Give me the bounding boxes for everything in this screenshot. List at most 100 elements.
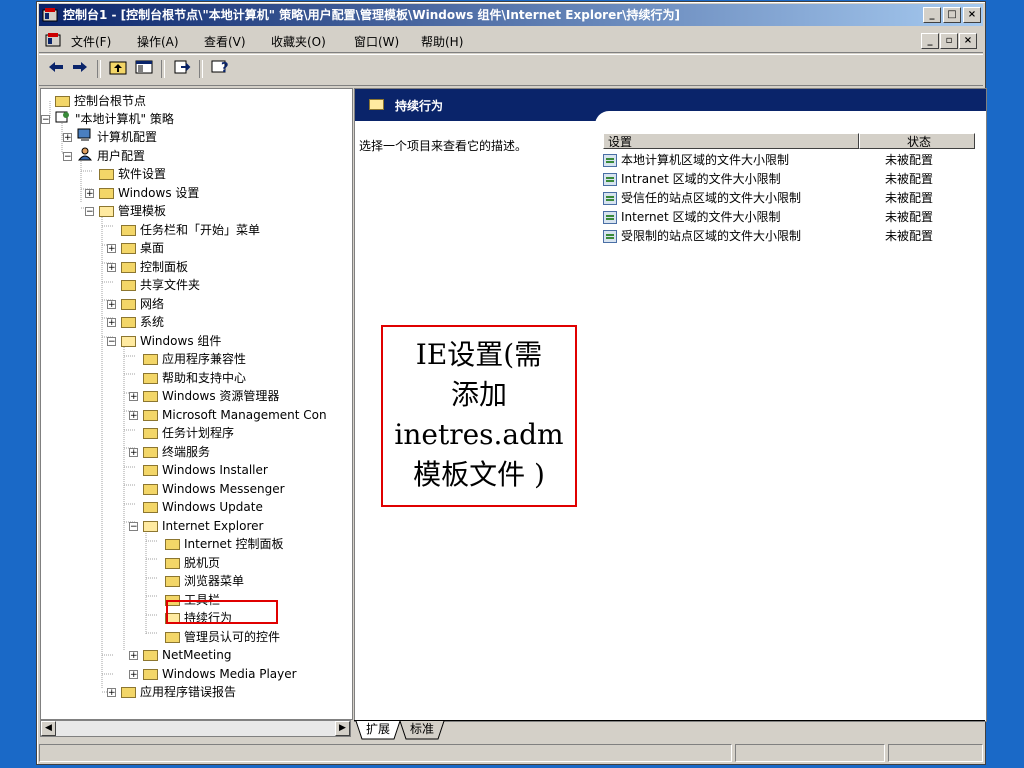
tree-item-windows-messenger[interactable]: Windows Messenger — [143, 480, 285, 498]
tree-item-admin-approved-controls[interactable]: 管理员认可的控件 — [165, 628, 280, 646]
tree-item-label: Windows 资源管理器 — [162, 389, 280, 403]
scroll-right-button[interactable]: ▶ — [335, 721, 350, 736]
collapse-icon[interactable]: − — [41, 115, 50, 125]
expand-icon[interactable]: + — [129, 411, 138, 421]
folder-icon — [121, 261, 136, 273]
scroll-left-button[interactable]: ◀ — [41, 721, 56, 736]
tree-item-windows-media-player[interactable]: Windows Media Player — [143, 665, 297, 683]
expand-icon[interactable]: + — [107, 688, 116, 698]
folder-icon — [121, 298, 136, 310]
mmc-document-icon[interactable] — [45, 32, 61, 48]
tree-item-computer-config[interactable]: 计算机配置 — [77, 128, 157, 146]
expand-icon[interactable]: + — [85, 189, 94, 199]
annotation-line: IE设置(需 — [415, 338, 543, 371]
expand-icon[interactable]: + — [107, 300, 116, 310]
policy-row[interactable]: Internet 区域的文件大小限制 未被配置 — [603, 208, 983, 227]
tree-item-label: 脱机页 — [184, 556, 221, 570]
mdi-restore-button[interactable]: ▫ — [940, 33, 958, 49]
console-tree: 控制台根节点 − "本地计算机" 策略 + 计算机配置 − 用户配置 软件设置 + Windows… — [40, 88, 353, 720]
back-arrow-icon[interactable] — [45, 59, 67, 79]
tree-item-network[interactable]: 网络 — [121, 295, 164, 313]
policy-name: Intranet 区域的文件大小限制 — [621, 172, 781, 186]
tree-item-local-policy[interactable]: "本地计算机" 策略 — [55, 110, 174, 128]
folder-icon — [143, 501, 158, 513]
folder-icon — [121, 686, 136, 698]
folder-open-icon — [99, 205, 114, 217]
export-list-icon[interactable] — [171, 59, 193, 79]
tree-item-windows-components[interactable]: Windows 组件 — [121, 332, 221, 350]
menu-help[interactable]: 帮助(H) — [421, 33, 463, 50]
menu-file[interactable]: 文件(F) — [71, 33, 111, 50]
tree-item-windows-installer[interactable]: Windows Installer — [143, 461, 268, 479]
tree-item-shared-folders[interactable]: 共享文件夹 — [121, 276, 200, 294]
highlight-persistence-behavior — [166, 600, 278, 624]
menu-window[interactable]: 窗口(W) — [354, 33, 399, 50]
menu-favorites[interactable]: 收藏夹(O) — [271, 33, 326, 50]
menu-view[interactable]: 查看(V) — [204, 33, 246, 50]
expand-icon[interactable]: + — [129, 670, 138, 680]
column-header-state[interactable]: 状态 — [859, 133, 975, 149]
tree-item-task-scheduler[interactable]: 任务计划程序 — [143, 424, 234, 442]
tree-item-user-config[interactable]: 用户配置 — [77, 147, 145, 165]
tree-item-windows-explorer[interactable]: Windows 资源管理器 — [143, 387, 279, 405]
item-description: 选择一个项目来查看它的描述。 — [359, 139, 528, 153]
policy-row[interactable]: 受限制的站点区域的文件大小限制 未被配置 — [603, 227, 983, 246]
collapse-icon[interactable]: − — [129, 522, 138, 532]
tree-item-desktop[interactable]: 桌面 — [121, 239, 164, 257]
tree-item-terminal-services[interactable]: 终端服务 — [143, 443, 210, 461]
help-icon[interactable]: ? — [209, 59, 231, 79]
tree-item-offline-pages[interactable]: 脱机页 — [165, 554, 220, 572]
mdi-close-button[interactable]: × — [959, 33, 977, 49]
tree-item-windows-update[interactable]: Windows Update — [143, 498, 263, 516]
tree-item-label: Windows Update — [162, 500, 263, 514]
tree-item-taskbar-start-menu[interactable]: 任务栏和「开始」菜单 — [121, 221, 260, 239]
tree-item-app-error-reporting[interactable]: 应用程序错误报告 — [121, 683, 236, 701]
expand-icon[interactable]: + — [129, 651, 138, 661]
tree-item-browser-menus[interactable]: 浏览器菜单 — [165, 572, 244, 590]
maximize-button[interactable]: □ — [943, 7, 961, 23]
mdi-minimize-button[interactable]: _ — [921, 33, 939, 49]
folder-icon — [143, 464, 158, 476]
expand-icon[interactable]: + — [107, 244, 116, 254]
tree-item-help-support[interactable]: 帮助和支持中心 — [143, 369, 246, 387]
folder-icon — [143, 446, 158, 458]
tree-item-root[interactable]: 控制台根节点 — [55, 92, 146, 110]
tree-item-admin-templates[interactable]: 管理模板 — [99, 202, 166, 220]
tree-item-netmeeting[interactable]: NetMeeting — [143, 646, 231, 664]
up-folder-icon[interactable] — [107, 59, 129, 79]
close-button[interactable]: × — [963, 7, 981, 23]
tree-horizontal-scrollbar[interactable]: ◀ ▶ — [40, 720, 351, 737]
folder-icon — [143, 372, 158, 384]
tree-item-control-panel[interactable]: 控制面板 — [121, 258, 188, 276]
column-header-setting[interactable]: 设置 — [603, 133, 859, 149]
collapse-icon[interactable]: − — [85, 207, 94, 217]
expand-icon[interactable]: + — [129, 448, 138, 458]
tree-item-app-compat[interactable]: 应用程序兼容性 — [143, 350, 246, 368]
tree-item-windows-settings[interactable]: Windows 设置 — [99, 184, 199, 202]
collapse-icon[interactable]: − — [107, 337, 116, 347]
forward-arrow-icon[interactable] — [69, 59, 91, 79]
folder-open-icon — [143, 520, 158, 532]
tree-item-system[interactable]: 系统 — [121, 313, 164, 331]
expand-icon[interactable]: + — [107, 263, 116, 273]
policy-row[interactable]: 受信任的站点区域的文件大小限制 未被配置 — [603, 189, 983, 208]
expand-icon[interactable]: + — [107, 318, 116, 328]
tree-item-software-settings[interactable]: 软件设置 — [99, 165, 166, 183]
policy-setting-icon — [603, 192, 617, 205]
tab-standard[interactable]: 标准 — [404, 720, 440, 738]
policy-row[interactable]: 本地计算机区域的文件大小限制 未被配置 — [603, 151, 983, 170]
tree-item-internet-explorer[interactable]: Internet Explorer — [143, 517, 263, 535]
tree-item-mmc[interactable]: Microsoft Management Con — [143, 406, 327, 424]
tab-extended[interactable]: 扩展 — [360, 720, 396, 738]
menu-action[interactable]: 操作(A) — [137, 33, 179, 50]
expand-icon[interactable]: + — [129, 392, 138, 402]
tree-item-ie-control-panel[interactable]: Internet 控制面板 — [165, 535, 283, 553]
minimize-button[interactable]: _ — [923, 7, 941, 23]
policy-row[interactable]: Intranet 区域的文件大小限制 未被配置 — [603, 170, 983, 189]
policy-name: 受信任的站点区域的文件大小限制 — [621, 191, 802, 205]
toolbar: ? — [39, 54, 983, 86]
expand-icon[interactable]: + — [63, 133, 72, 143]
collapse-icon[interactable]: − — [63, 152, 72, 162]
title-bar[interactable]: 控制台1 - [控制台根节点\"本地计算机" 策略\用户配置\管理模板\Wind… — [39, 4, 983, 26]
show-tree-icon[interactable] — [133, 59, 155, 79]
